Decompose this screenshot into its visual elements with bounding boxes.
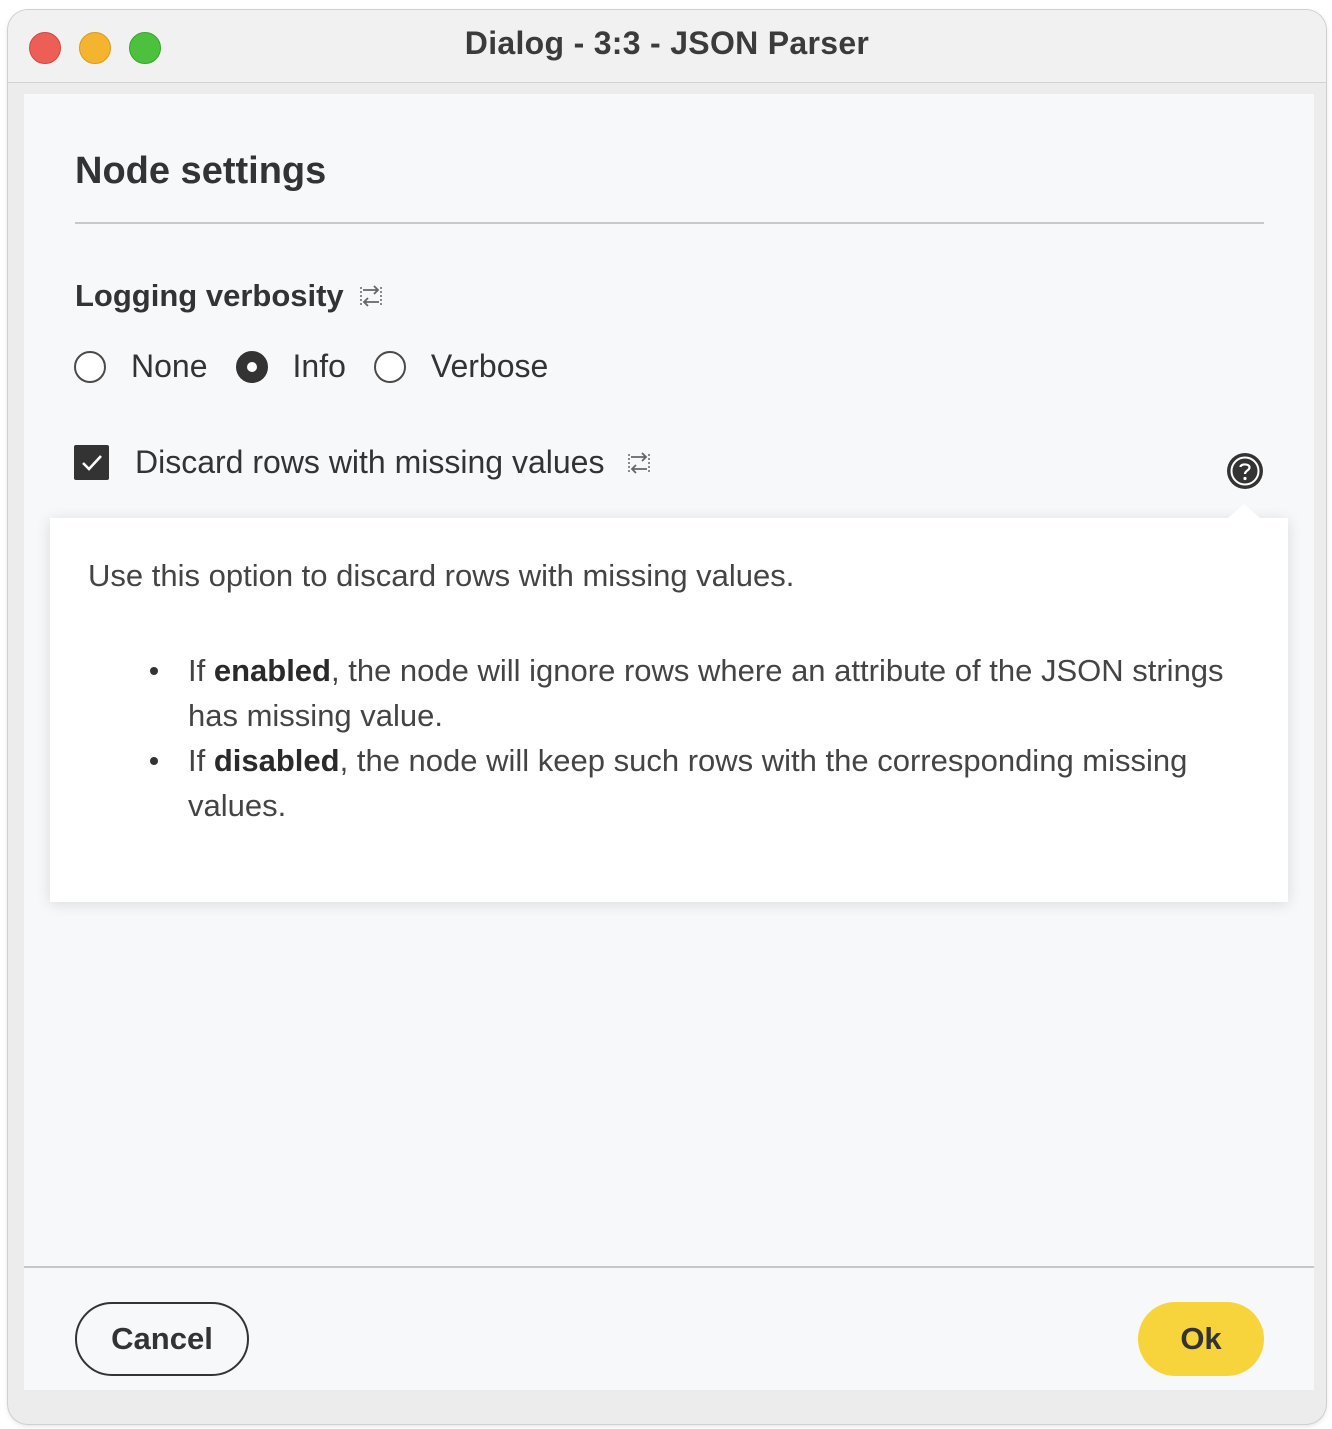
discard-missing-label: Discard rows with missing values	[135, 444, 605, 480]
bullet-bold: enabled	[213, 653, 331, 688]
bullet-rest: , the node will ignore rows where an att…	[188, 653, 1224, 733]
discard-missing-row[interactable]: Discard rows with missing values	[74, 444, 652, 481]
radio-none-label: None	[131, 348, 208, 384]
bullet-prefix: If	[188, 653, 214, 688]
radio-verbose-circle[interactable]	[373, 350, 406, 383]
checkmark-icon	[81, 454, 102, 471]
help-intro-text: Use this option to discard rows with mis…	[88, 558, 795, 593]
ok-button[interactable]: Ok	[1138, 1302, 1264, 1376]
window-title: Dialog - 3:3 - JSON Parser	[464, 25, 870, 61]
cancel-button[interactable]: Cancel	[75, 1302, 249, 1376]
logging-verbosity-label: Logging verbosity	[75, 278, 344, 313]
radio-info-circle[interactable]	[235, 350, 268, 383]
dialog-window: Dialog - 3:3 - JSON Parser Node settings…	[8, 10, 1326, 1424]
radio-info-label: Info	[292, 348, 346, 384]
page-title: Node settings	[75, 150, 327, 192]
help-popover: Use this option to discard rows with mis…	[50, 504, 1288, 902]
dialog-footer: Cancel Ok	[24, 1266, 1314, 1390]
radio-none-circle[interactable]	[74, 350, 106, 383]
dialog-content: Node settings Logging verbosity None Inf…	[24, 94, 1314, 1266]
question-mark-icon[interactable]	[1226, 452, 1264, 490]
help-bullet-disabled: If disabled, the node will keep such row…	[150, 738, 1258, 828]
title-divider	[75, 222, 1264, 224]
logging-verbosity-heading: Logging verbosity	[75, 278, 384, 314]
radio-selected-dot	[246, 361, 257, 372]
help-bullet-list: If enabled, the node will ignore rows wh…	[150, 648, 1258, 828]
bullet-bold: disabled	[213, 743, 340, 778]
bullet-prefix: If	[188, 743, 214, 778]
title-bar: Dialog - 3:3 - JSON Parser	[8, 10, 1326, 83]
flow-variable-icon[interactable]	[626, 451, 652, 475]
popover-arrow	[1228, 504, 1260, 518]
logging-verbosity-radio-group: None Info Verbose	[74, 348, 576, 385]
radio-verbose[interactable]: Verbose	[373, 348, 549, 385]
radio-info[interactable]: Info	[235, 348, 346, 385]
flow-variable-icon[interactable]	[358, 284, 384, 308]
help-bullet-enabled: If enabled, the node will ignore rows wh…	[150, 648, 1258, 738]
radio-none[interactable]: None	[74, 348, 208, 385]
discard-missing-checkbox[interactable]	[74, 445, 109, 480]
radio-verbose-label: Verbose	[430, 348, 549, 384]
